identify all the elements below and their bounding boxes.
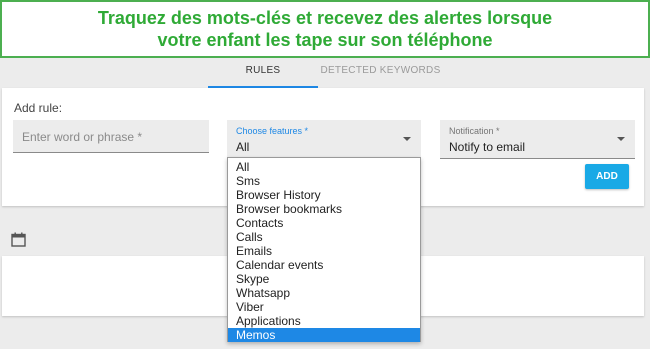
word-input-placeholder: Enter word or phrase * <box>22 130 143 144</box>
features-label: Choose features * <box>236 126 309 136</box>
option-emails[interactable]: Emails <box>228 244 420 258</box>
tab-bar: RULES DETECTED KEYWORDS <box>0 58 650 88</box>
banner-line-2: votre enfant les tape sur son téléphone <box>157 30 493 50</box>
option-whatsapp[interactable]: Whatsapp <box>228 286 420 300</box>
caret-down-icon <box>403 137 411 141</box>
option-applications[interactable]: Applications <box>228 314 420 328</box>
add-button[interactable]: ADD <box>585 164 629 189</box>
features-value: All <box>236 140 250 154</box>
word-input[interactable]: Enter word or phrase * <box>13 120 209 153</box>
option-skype[interactable]: Skype <box>228 272 420 286</box>
option-contacts[interactable]: Contacts <box>228 216 420 230</box>
notification-value: Notify to email <box>449 140 526 154</box>
caret-down-icon <box>617 137 625 141</box>
option-browser-bookmarks[interactable]: Browser bookmarks <box>228 202 420 216</box>
option-browser-history[interactable]: Browser History <box>228 188 420 202</box>
calendar-icon[interactable] <box>11 232 26 247</box>
promo-banner: Traquez des mots-clés et recevez des ale… <box>0 0 650 58</box>
option-memos[interactable]: Memos <box>228 328 420 342</box>
notification-select[interactable]: Notification * Notify to email <box>440 120 635 159</box>
add-rule-title: Add rule: <box>14 101 63 115</box>
option-calls[interactable]: Calls <box>228 230 420 244</box>
option-calendar-events[interactable]: Calendar events <box>228 258 420 272</box>
tab-rules[interactable]: RULES <box>208 58 318 88</box>
option-all[interactable]: All <box>228 160 420 174</box>
features-select[interactable]: Choose features * All <box>227 120 421 159</box>
notification-label: Notification * <box>449 126 500 136</box>
tab-detected-keywords[interactable]: DETECTED KEYWORDS <box>318 58 443 86</box>
option-sms[interactable]: Sms <box>228 174 420 188</box>
option-viber[interactable]: Viber <box>228 300 420 314</box>
banner-line-1: Traquez des mots-clés et recevez des ale… <box>97 8 553 28</box>
features-dropdown-menu: All Sms Browser History Browser bookmark… <box>227 157 421 342</box>
